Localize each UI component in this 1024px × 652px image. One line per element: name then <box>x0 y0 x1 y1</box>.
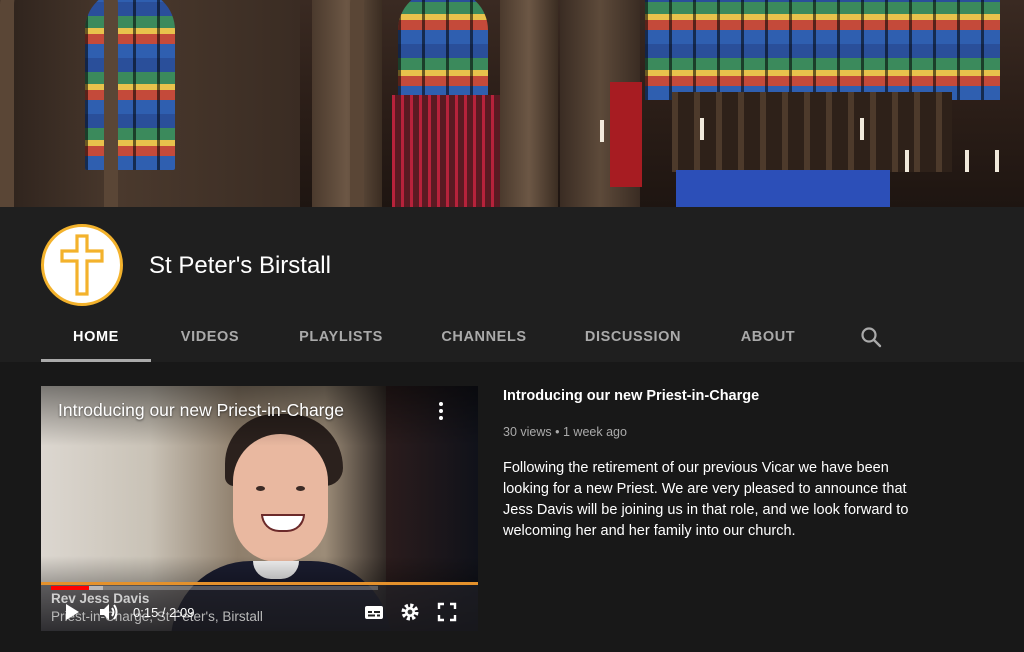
tab-playlists[interactable]: PLAYLISTS <box>290 317 392 362</box>
volume-icon[interactable] <box>97 601 119 623</box>
tab-playlists-label: PLAYLISTS <box>299 329 383 345</box>
time-display: 0:15 / 2:09 <box>133 605 195 620</box>
featured-video-title[interactable]: Introducing our new Priest-in-Charge <box>503 388 759 404</box>
tab-home[interactable]: HOME <box>41 317 151 362</box>
channel-banner <box>0 0 1024 207</box>
tab-discussion[interactable]: DISCUSSION <box>577 317 689 362</box>
player-title[interactable]: Introducing our new Priest-in-Charge <box>58 400 344 421</box>
progress-played <box>51 586 89 590</box>
tab-about-label: ABOUT <box>740 329 796 345</box>
channel-avatar[interactable] <box>41 224 123 306</box>
meta-separator: • <box>555 425 560 439</box>
video-description: Following the retirement of our previous… <box>503 460 909 539</box>
search-icon[interactable] <box>859 325 883 349</box>
progress-bar[interactable] <box>51 586 378 590</box>
play-icon[interactable] <box>61 601 83 623</box>
tab-channels[interactable]: CHANNELS <box>432 317 536 362</box>
upload-age: 1 week ago <box>563 425 627 439</box>
fullscreen-icon[interactable] <box>436 601 458 623</box>
channel-name: St Peter's Birstall <box>149 252 331 279</box>
tab-home-label: HOME <box>73 329 119 345</box>
tab-videos-label: VIDEOS <box>180 329 240 345</box>
featured-video-player[interactable]: Introducing our new Priest-in-Charge Rev… <box>41 386 478 631</box>
channel-header: St Peter's Birstall HOME VIDEOS PLAYLIST… <box>0 207 1024 362</box>
tab-channels-label: CHANNELS <box>441 329 527 345</box>
tab-discussion-label: DISCUSSION <box>584 329 682 345</box>
view-count: 30 views <box>503 425 552 439</box>
cross-icon <box>60 234 104 296</box>
gear-icon[interactable] <box>399 601 421 623</box>
subtitles-icon[interactable] <box>363 601 385 623</box>
tab-about[interactable]: ABOUT <box>731 317 805 362</box>
tab-videos[interactable]: VIDEOS <box>166 317 254 362</box>
video-meta: 30 views • 1 week ago <box>503 425 627 439</box>
more-vert-icon[interactable] <box>431 400 451 422</box>
